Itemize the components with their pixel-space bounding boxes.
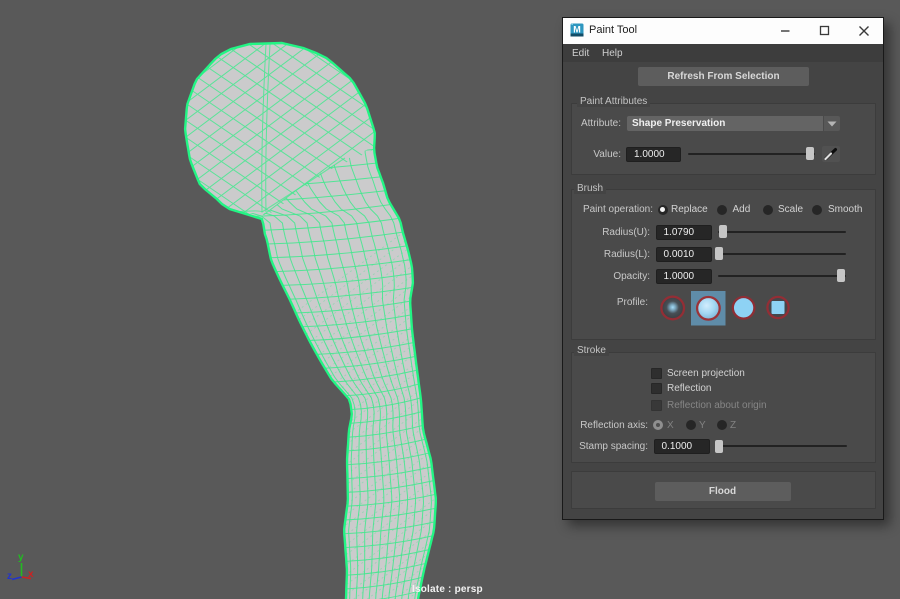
svg-text:z: z: [7, 571, 12, 582]
svg-text:x: x: [28, 569, 34, 580]
svg-text:y: y: [18, 552, 24, 563]
svg-text:M: M: [573, 25, 581, 35]
